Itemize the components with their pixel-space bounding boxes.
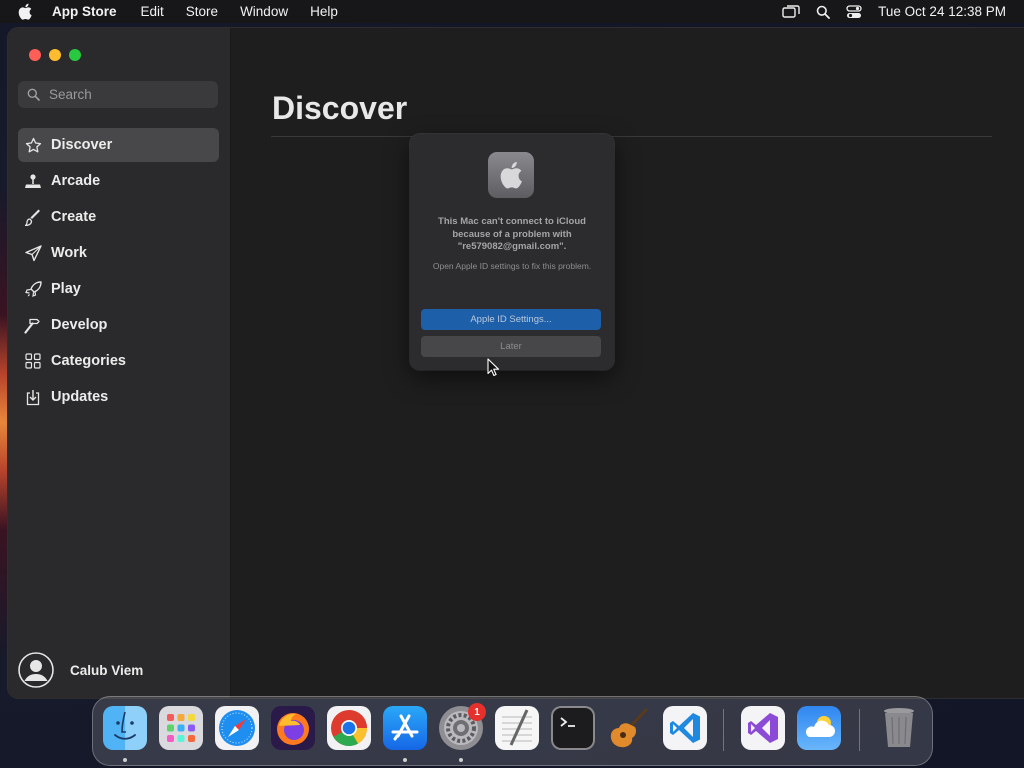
dock-finder[interactable] [103,706,147,750]
dock-separator [723,709,724,751]
dock-safari[interactable] [215,706,259,750]
dock [92,696,933,766]
sidebar-item-label: Create [51,209,97,225]
safari-compass-icon [219,710,255,746]
apple-id-settings-button[interactable]: Apple ID Settings... [421,309,601,330]
sidebar-item-label: Work [51,245,87,261]
menu-bar-clock[interactable]: Tue Oct 24 12:38 PM [878,4,1006,19]
download-icon [24,388,42,406]
guitar-icon [610,707,649,748]
menu-bar: App Store Edit Store Window Help Tue Oct… [0,0,1024,23]
sidebar-item-arcade[interactable]: Arcade [18,164,219,198]
zoom-button[interactable] [69,49,81,61]
sidebar: Discover Arcade Create Work [8,28,231,698]
dock-terminal[interactable] [551,706,595,750]
dock-chrome[interactable] [327,706,371,750]
rocket-icon [24,280,42,298]
trash-icon [884,708,914,747]
mouse-cursor-icon [487,358,499,377]
window-controls [29,49,89,61]
brush-icon [24,208,42,226]
apple-logo-icon [488,152,534,198]
main-content: Discover [231,28,1024,698]
alert-message: This Mac can't connect to iCloud because… [438,216,586,252]
menu-app-name[interactable]: App Store [52,4,117,19]
apple-menu-icon[interactable] [18,3,34,21]
sidebar-item-work[interactable]: Work [18,236,219,270]
minimize-button[interactable] [49,49,61,61]
menu-bar-extras: Tue Oct 24 12:38 PM [782,0,1024,23]
launchpad-icon [167,714,195,742]
weather-cloud-icon [805,716,835,737]
sidebar-item-label: Arcade [51,173,101,189]
sidebar-item-updates[interactable]: Updates [18,380,219,414]
sidebar-item-label: Play [51,281,81,297]
finder-icon [114,711,136,740]
title-divider [271,136,992,137]
sidebar-item-label: Categories [51,353,126,369]
dock-trash[interactable] [877,706,921,750]
later-button[interactable]: Later [421,336,601,357]
dock-weather[interactable] [797,706,841,750]
icloud-alert-dialog: This Mac can't connect to iCloud because… [410,134,614,370]
screen-mirroring-icon[interactable] [782,4,800,19]
page-title: Discover [272,90,408,126]
running-indicator [123,758,127,762]
spotlight-search-icon[interactable] [816,5,831,19]
menu-help[interactable]: Help [310,4,338,19]
alert-informative-text: Open Apple ID settings to fix this probl… [432,261,592,271]
dock-app-store[interactable] [383,706,427,750]
menu-edit[interactable]: Edit [141,4,164,19]
close-button[interactable] [29,49,41,61]
chrome-icon [331,710,367,747]
grid-icon [24,352,42,370]
sidebar-item-label: Updates [51,389,109,405]
paper-plane-icon [24,244,42,262]
user-name: Calub Viem [70,662,144,678]
textedit-icon [502,709,532,746]
visual-studio-icon [748,713,778,743]
dock-separator [859,709,860,751]
sidebar-item-play[interactable]: Play [18,272,219,306]
dock-firefox[interactable] [271,706,315,750]
running-indicator [403,758,407,762]
terminal-icon [560,717,575,727]
sidebar-item-label: Develop [51,317,108,333]
vscode-icon [670,713,700,743]
avatar [18,652,54,688]
search-icon [27,88,40,101]
account-button[interactable]: Calub Viem [18,652,143,688]
app-store-icon [391,714,419,741]
hammer-icon [24,316,42,334]
dock-textedit[interactable] [495,706,539,750]
star-icon [24,136,42,154]
running-indicator [459,758,463,762]
dock-vscode[interactable] [663,706,707,750]
dock-visual-studio[interactable] [741,706,785,750]
firefox-icon [277,713,309,745]
sidebar-item-discover[interactable]: Discover [18,128,219,162]
sidebar-item-label: Discover [51,137,113,153]
menu-window[interactable]: Window [240,4,288,19]
menu-store[interactable]: Store [186,4,218,19]
dock-launchpad[interactable] [159,706,203,750]
notification-badge: 1 [468,703,486,721]
sidebar-item-categories[interactable]: Categories [18,344,219,378]
search-input[interactable] [49,87,199,102]
search-field[interactable] [18,81,218,108]
sidebar-item-create[interactable]: Create [18,200,219,234]
sidebar-item-develop[interactable]: Develop [18,308,219,342]
joystick-icon [24,172,42,190]
sidebar-nav: Discover Arcade Create Work Play Develop… [18,128,219,416]
dock-garageband[interactable] [607,706,651,750]
control-center-icon[interactable] [846,4,862,19]
